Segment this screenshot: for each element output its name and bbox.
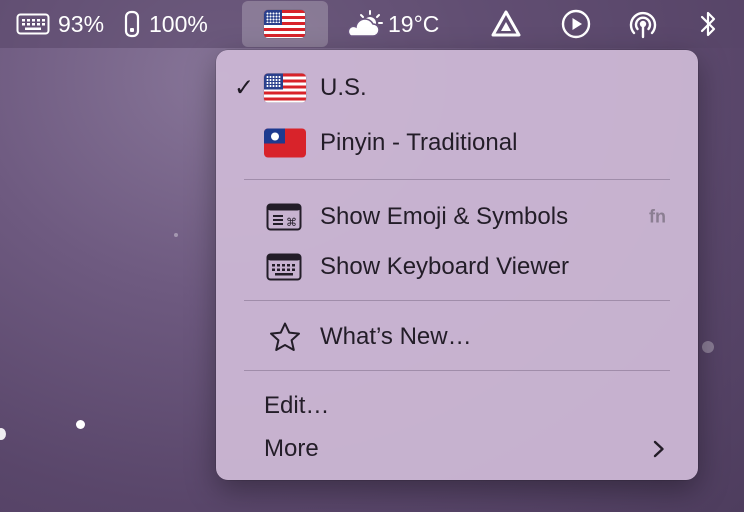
bluetooth-status-item[interactable] bbox=[698, 0, 718, 48]
star-icon bbox=[270, 322, 300, 351]
menu-item-show-keyboard-viewer[interactable]: Show Keyboard Viewer bbox=[216, 245, 698, 289]
partly-sunny-icon bbox=[347, 10, 383, 37]
device-battery-status[interactable]: 100% bbox=[124, 0, 208, 48]
app-status-item[interactable] bbox=[490, 0, 522, 48]
emoji-viewer-icon: ⌘ bbox=[266, 203, 302, 231]
device-battery-icon bbox=[124, 10, 140, 38]
menu-item-label: Show Keyboard Viewer bbox=[320, 253, 570, 280]
menu-separator bbox=[244, 179, 670, 180]
airdrop-status-item[interactable] bbox=[626, 0, 660, 48]
checkmark-icon: ✓ bbox=[234, 74, 255, 102]
us-flag-icon bbox=[264, 10, 305, 38]
wallpaper-star bbox=[76, 420, 85, 429]
weather-temperature: 19°C bbox=[388, 10, 440, 37]
menu-bar: 93% 100% 19°C bbox=[0, 0, 744, 48]
taiwan-flag-icon bbox=[264, 128, 306, 158]
menu-item-edit[interactable]: Edit… bbox=[216, 384, 698, 428]
menu-item-show-emoji-symbols[interactable]: ⌘ Show Emoji & Symbols fn bbox=[216, 195, 698, 239]
keyboard-battery-status[interactable]: 93% bbox=[16, 0, 104, 48]
menu-item-label: What’s New… bbox=[320, 323, 472, 350]
input-source-flag[interactable] bbox=[264, 0, 305, 48]
wallpaper-star bbox=[0, 428, 6, 440]
play-circle-icon bbox=[561, 9, 591, 39]
device-battery-percent: 100% bbox=[149, 10, 208, 37]
menu-item-label: U.S. bbox=[320, 74, 367, 101]
menu-item-label: Edit… bbox=[264, 392, 330, 419]
menu-separator bbox=[244, 370, 670, 371]
menu-item-whats-new[interactable]: What’s New… bbox=[216, 315, 698, 359]
menu-item-more[interactable]: More bbox=[216, 427, 698, 471]
keyboard-icon bbox=[16, 13, 50, 35]
chevron-right-icon bbox=[653, 440, 664, 458]
app-triangle-icon bbox=[491, 10, 521, 37]
input-source-dropdown: ✓ U.S. Pinyin - Traditional ⌘ Show Emoji… bbox=[216, 50, 698, 480]
bluetooth-icon bbox=[700, 11, 716, 37]
weather-status[interactable]: 19°C bbox=[344, 0, 439, 48]
menu-item-us[interactable]: ✓ U.S. bbox=[216, 66, 698, 110]
menu-item-pinyin-traditional[interactable]: Pinyin - Traditional bbox=[216, 121, 698, 165]
airdrop-broadcast-icon bbox=[629, 11, 657, 39]
media-status-item[interactable] bbox=[560, 0, 592, 48]
menu-item-label: Pinyin - Traditional bbox=[320, 129, 518, 156]
shortcut-fn-label: fn bbox=[649, 206, 666, 227]
us-flag-icon bbox=[264, 73, 306, 103]
menu-separator bbox=[244, 300, 670, 301]
wallpaper-star bbox=[174, 233, 178, 237]
menu-item-label: Show Emoji & Symbols bbox=[320, 203, 569, 230]
wallpaper-star bbox=[702, 341, 714, 353]
keyboard-battery-percent: 93% bbox=[58, 10, 105, 37]
keyboard-viewer-icon bbox=[266, 253, 302, 281]
svg-text:⌘: ⌘ bbox=[286, 216, 297, 229]
menu-item-label: More bbox=[264, 435, 319, 462]
